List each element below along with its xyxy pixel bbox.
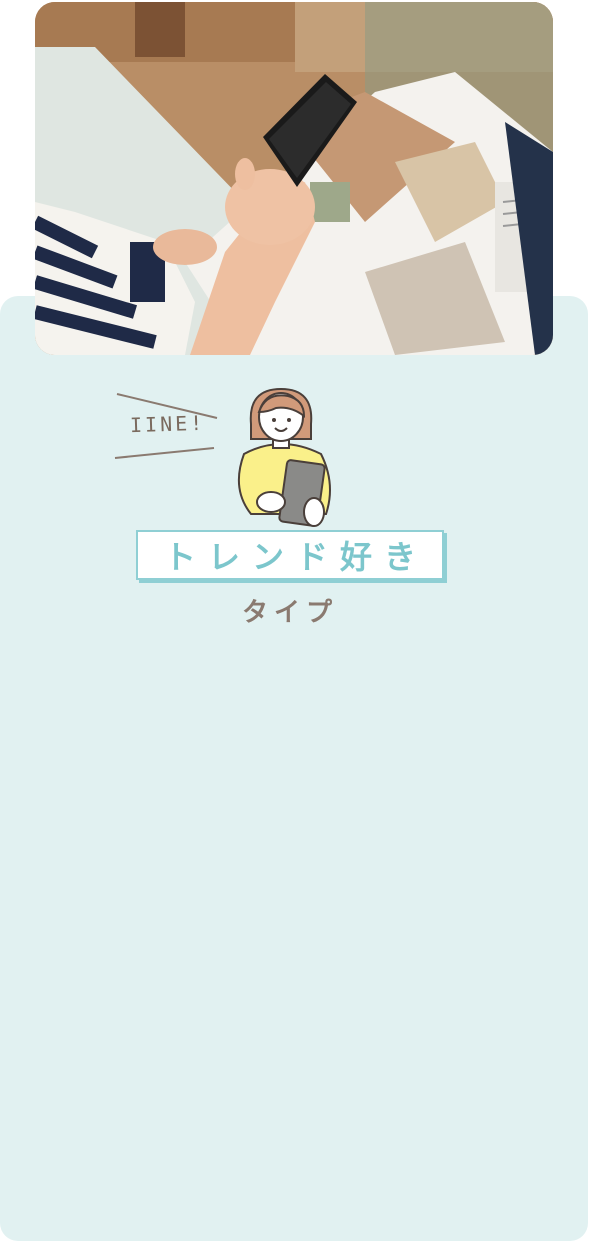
hero-photo	[35, 2, 553, 355]
iine-text: IINE!	[129, 410, 206, 438]
type-title: トレンド好き	[163, 538, 428, 576]
type-subtitle: タイプ	[241, 598, 338, 628]
woman-holding-tablet-icon	[226, 384, 336, 534]
iine-badge: IINE!	[112, 388, 222, 468]
type-title-box: トレンド好き	[136, 530, 444, 580]
